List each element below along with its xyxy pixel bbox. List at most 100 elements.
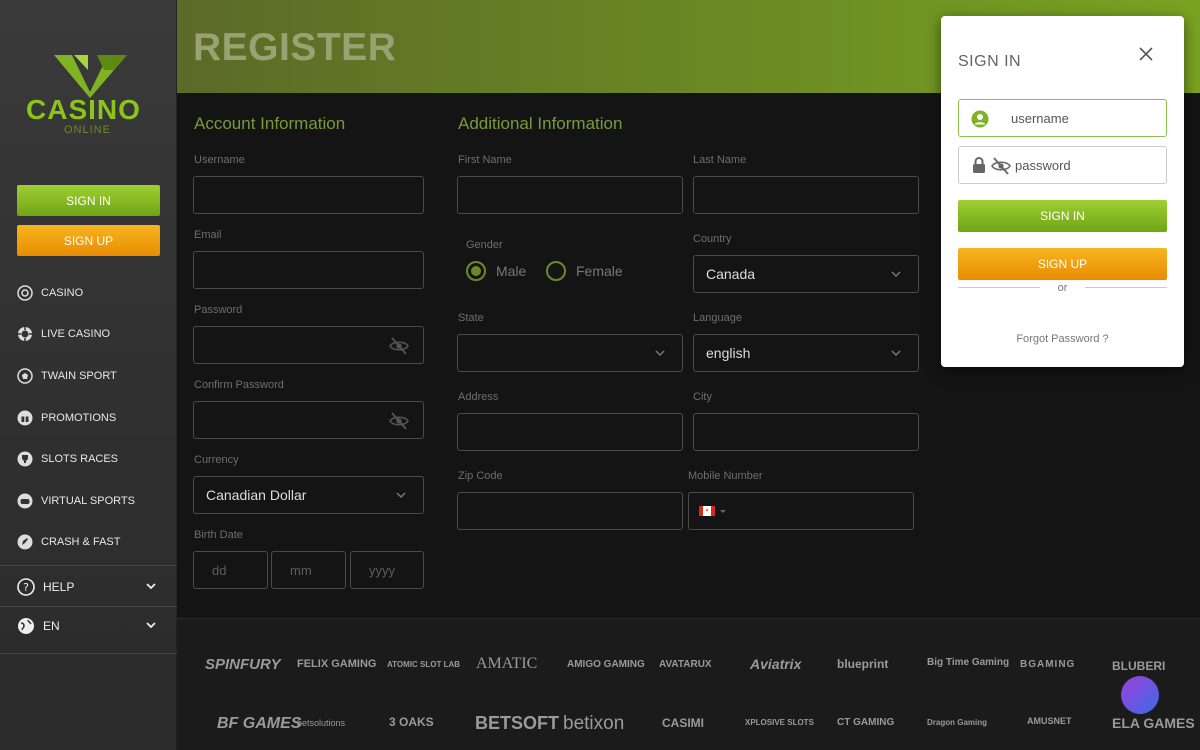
birth-day-input[interactable]: dd <box>193 551 268 589</box>
provider-logo[interactable]: AMIGO GAMING <box>567 659 645 670</box>
sidebar-item-live-casino[interactable]: LIVE CASINO <box>0 314 177 356</box>
eye-off-icon[interactable] <box>991 157 1011 175</box>
chip-icon <box>17 326 33 342</box>
provider-logo[interactable]: BLUBERI <box>1112 659 1165 673</box>
help-icon: ? <box>17 578 35 596</box>
chevron-down-icon <box>146 622 156 629</box>
birth-month-input[interactable]: mm <box>271 551 346 589</box>
mobile-number-input[interactable] <box>688 492 914 530</box>
birth-day-placeholder: dd <box>212 562 227 578</box>
password-placeholder: password <box>1015 157 1071 173</box>
provider-logo[interactable]: Dragon Gaming <box>927 718 987 727</box>
provider-logo[interactable]: 3 OAKS <box>389 715 434 729</box>
forgot-password-link[interactable]: Forgot Password ? <box>941 333 1184 345</box>
last-name-input[interactable] <box>693 176 919 214</box>
sidebar-menu: CASINO LIVE CASINO TWAIN SPORT PROMOTION… <box>0 272 177 563</box>
modal-username-input[interactable]: username <box>958 99 1167 137</box>
help-label: HELP <box>43 580 75 594</box>
sidebar-sign-in-button[interactable]: SIGN IN <box>17 185 160 216</box>
provider-logo[interactable]: SPINFURY <box>205 656 281 673</box>
provider-logo[interactable]: BF GAMES <box>217 715 301 733</box>
sidebar-item-slots-races[interactable]: SLOTS RACES <box>0 438 177 480</box>
trophy-icon <box>17 451 33 467</box>
password-label: Password <box>194 304 243 316</box>
first-name-label: First Name <box>458 154 512 166</box>
provider-logo[interactable]: AMATIC <box>476 655 537 673</box>
gender-label: Gender <box>466 239 503 251</box>
sidebar-item-casino[interactable]: CASINO <box>0 272 177 314</box>
modal-password-input[interactable]: password <box>958 146 1167 184</box>
password-input[interactable] <box>193 326 424 364</box>
provider-logo[interactable]: BGAMING <box>1020 659 1075 670</box>
sidebar-item-virtual-sports[interactable]: VIRTUAL SPORTS <box>0 480 177 522</box>
state-select[interactable] <box>457 334 683 372</box>
sidebar-help-dropdown[interactable]: ? HELP <box>0 567 177 607</box>
sidebar-item-label: CASINO <box>41 286 84 299</box>
sidebar-sign-up-button[interactable]: SIGN UP <box>17 225 160 256</box>
chevron-down-icon <box>891 271 901 278</box>
provider-logo[interactable]: Aviatrix <box>750 656 801 672</box>
birth-year-input[interactable]: yyyy <box>350 551 424 589</box>
currency-label: Currency <box>194 454 239 466</box>
chevron-down-icon <box>891 350 901 357</box>
provider-logo[interactable]: AMUSNET <box>1027 716 1072 726</box>
sidebar-item-label: SLOTS RACES <box>41 453 119 466</box>
chat-bubble-icon[interactable] <box>1121 676 1159 714</box>
sign-in-modal: SIGN IN username password SIGN IN SIGN U… <box>941 16 1184 367</box>
birth-month-placeholder: mm <box>290 562 312 578</box>
provider-logo[interactable]: ATOMIC SLOT LAB <box>387 660 460 669</box>
provider-logo[interactable]: AVATARUX <box>659 659 712 670</box>
currency-value: Canadian Dollar <box>206 487 307 503</box>
or-text: or <box>1057 282 1068 294</box>
gender-male-radio[interactable]: Male <box>466 261 526 281</box>
username-input[interactable] <box>193 176 424 214</box>
modal-sign-up-button[interactable]: SIGN UP <box>958 248 1167 280</box>
provider-logo[interactable]: XPLOSIVE SLOTS <box>745 718 814 727</box>
provider-logo[interactable]: ELA GAMES <box>1112 715 1195 731</box>
language-label: Language <box>693 312 742 324</box>
confirm-password-input[interactable] <box>193 401 424 439</box>
additional-section-title: Additional Information <box>458 114 623 133</box>
gender-female-radio[interactable]: Female <box>546 261 623 281</box>
provider-logo[interactable]: FELIX GAMING <box>297 658 376 670</box>
city-input[interactable] <box>693 413 919 451</box>
language-select[interactable]: english <box>693 334 919 372</box>
state-label: State <box>458 312 484 324</box>
sidebar-item-twain-sport[interactable]: TWAIN SPORT <box>0 355 177 397</box>
sidebar: CASINO ONLINE SIGN IN SIGN UP CASINO LIV… <box>0 0 177 750</box>
provider-logo[interactable]: betixon <box>563 713 624 735</box>
currency-select[interactable]: Canadian Dollar <box>193 476 424 514</box>
eye-off-icon[interactable] <box>389 337 409 355</box>
provider-logo[interactable]: betsolutions <box>297 718 345 728</box>
provider-logo[interactable]: blueprint <box>837 657 888 671</box>
city-label: City <box>693 391 712 403</box>
eye-off-icon[interactable] <box>389 412 409 430</box>
gender-female-label: Female <box>576 263 623 279</box>
country-select[interactable]: Canada <box>693 255 919 293</box>
sidebar-item-label: TWAIN SPORT <box>41 369 117 382</box>
sidebar-item-label: PROMOTIONS <box>41 411 117 424</box>
zip-code-input[interactable] <box>457 492 683 530</box>
provider-logo[interactable]: CT GAMING <box>837 717 894 728</box>
brand-name: CASINO <box>26 94 141 125</box>
address-input[interactable] <box>457 413 683 451</box>
first-name-input[interactable] <box>457 176 683 214</box>
provider-logo[interactable]: BETSOFT <box>475 713 559 734</box>
username-label: Username <box>194 154 245 166</box>
canada-flag-icon[interactable] <box>699 505 729 517</box>
close-icon[interactable] <box>1138 46 1154 62</box>
radio-unselected-icon <box>546 261 566 281</box>
provider-logo[interactable]: Big Time Gaming <box>927 657 1009 668</box>
modal-sign-in-button[interactable]: SIGN IN <box>958 200 1167 232</box>
email-input[interactable] <box>193 251 424 289</box>
globe-icon <box>17 617 35 635</box>
provider-logo[interactable]: CASIMI <box>662 716 704 730</box>
birth-date-label: Birth Date <box>194 529 243 541</box>
confirm-password-label: Confirm Password <box>194 379 284 391</box>
sidebar-language-dropdown[interactable]: EN <box>0 606 177 646</box>
user-icon <box>971 110 989 128</box>
sidebar-item-promotions[interactable]: PROMOTIONS <box>0 397 177 439</box>
sidebar-item-crash-fast[interactable]: CRASH & FAST <box>0 522 177 564</box>
sidebar-divider <box>0 565 177 566</box>
gift-icon <box>17 410 33 426</box>
